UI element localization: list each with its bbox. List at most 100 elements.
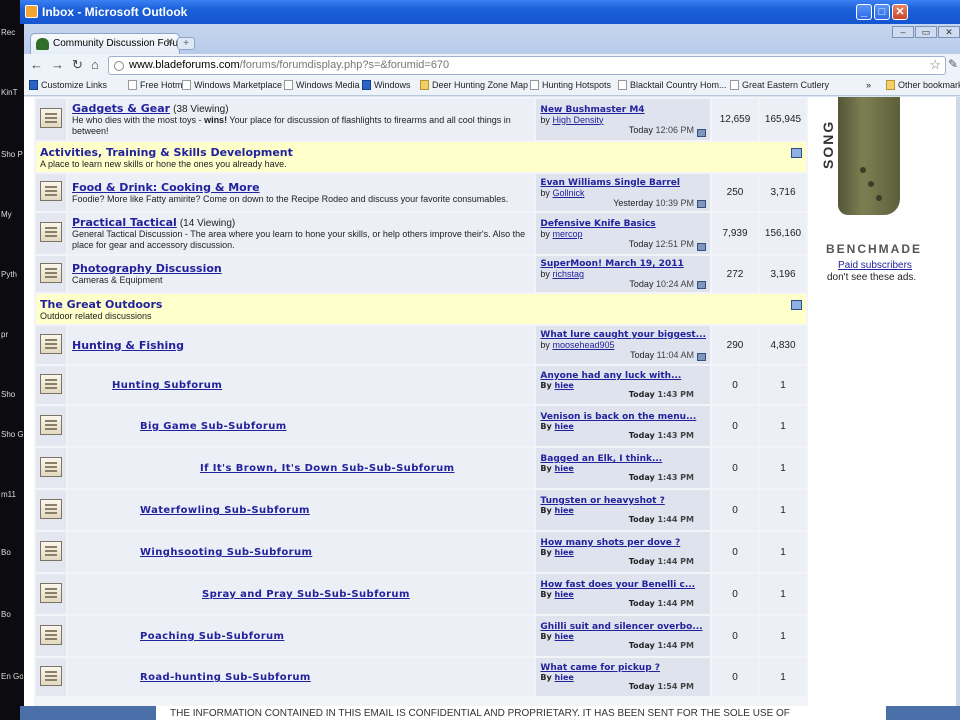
last-post-title[interactable]: What came for pickup ? bbox=[540, 663, 706, 673]
go-to-last-post-icon[interactable] bbox=[697, 353, 706, 361]
bookmark-item[interactable]: Customize Links bbox=[29, 80, 107, 90]
maximize-button[interactable]: □ bbox=[874, 4, 890, 20]
new-tab-button[interactable]: + bbox=[177, 37, 195, 50]
address-bar[interactable]: www.bladeforums.com/forums/forumdisplay.… bbox=[108, 56, 946, 75]
last-post-title[interactable]: SuperMoon! March 19, 2011 bbox=[540, 259, 706, 269]
last-post-user[interactable]: hiee bbox=[555, 673, 574, 682]
forum-link[interactable]: Photography Discussion bbox=[72, 262, 222, 275]
collapse-icon[interactable] bbox=[791, 299, 802, 310]
browser-tab[interactable]: Community Discussion Foru... ✕ bbox=[30, 33, 180, 54]
last-post-user[interactable]: hiee bbox=[555, 506, 574, 515]
minimize-button[interactable]: _ bbox=[856, 4, 872, 20]
last-post-user[interactable]: richstag bbox=[552, 269, 584, 279]
forward-arrow-icon[interactable]: → bbox=[51, 57, 64, 72]
collapse-icon[interactable] bbox=[791, 147, 802, 158]
last-post-title[interactable]: Evan Williams Single Barrel bbox=[540, 178, 706, 188]
last-post-user[interactable]: hiee bbox=[555, 632, 574, 641]
desktop-shortcut-label[interactable]: Sho Pulse bbox=[1, 150, 23, 159]
last-post-title[interactable]: Bagged an Elk, I think... bbox=[540, 454, 706, 464]
ad-brand-logo[interactable]: BENCHMADE bbox=[826, 242, 922, 256]
bookmark-item[interactable]: Blacktail Country Hom... bbox=[618, 80, 727, 90]
last-post-user[interactable]: hiee bbox=[555, 590, 574, 599]
home-icon[interactable]: ⌂ bbox=[91, 57, 99, 72]
desktop-shortcut-label[interactable]: Sho GALA bbox=[1, 430, 23, 439]
forum-link[interactable]: Food & Drink: Cooking & More bbox=[72, 181, 260, 194]
subforum-link[interactable]: Hunting Subforum bbox=[112, 380, 222, 391]
subforum-link[interactable]: Poaching Sub-Subforum bbox=[140, 631, 284, 642]
desktop-shortcut-label[interactable]: Bo bbox=[1, 610, 23, 619]
bookmark-item[interactable]: Windows bbox=[362, 80, 411, 90]
desktop-shortcut-label[interactable]: Rec bbox=[1, 28, 23, 37]
category-title[interactable]: The Great Outdoors bbox=[40, 298, 802, 311]
desktop-shortcut-label[interactable]: pr bbox=[1, 330, 23, 339]
last-post-user[interactable]: moosehead905 bbox=[552, 340, 614, 350]
reload-icon[interactable]: ↻ bbox=[72, 57, 83, 73]
chrome-minimize-button[interactable]: – bbox=[892, 26, 914, 38]
desktop-shortcut-label[interactable]: Bo bbox=[1, 548, 23, 557]
desktop-shortcut-label[interactable]: Pyth bbox=[1, 270, 23, 279]
desktop-shortcut-label[interactable]: Sho bbox=[1, 390, 23, 399]
tab-close-icon[interactable]: ✕ bbox=[166, 37, 174, 48]
more-bookmarks-icon[interactable]: » bbox=[866, 80, 871, 90]
last-post-user[interactable]: hiee bbox=[555, 548, 574, 557]
forum-link[interactable]: Gadgets & Gear bbox=[72, 102, 170, 115]
bookmark-item[interactable]: Windows Marketplace bbox=[182, 80, 282, 90]
go-to-last-post-icon[interactable] bbox=[697, 281, 706, 289]
outlook-title: Inbox - Microsoft Outlook bbox=[42, 5, 188, 19]
subforum-link[interactable]: Big Game Sub-Subforum bbox=[140, 421, 287, 432]
last-post-user[interactable]: hiee bbox=[555, 422, 574, 431]
last-post-title[interactable]: Tungsten or heavyshot ? bbox=[540, 496, 706, 506]
last-post-title[interactable]: Venison is back on the menu... bbox=[540, 412, 706, 422]
bookmark-item[interactable]: Deer Hunting Zone Map bbox=[420, 80, 528, 90]
go-to-last-post-icon[interactable] bbox=[697, 200, 706, 208]
forum-status-icon bbox=[40, 540, 62, 561]
bookmark-star-icon[interactable]: ☆ bbox=[929, 57, 941, 73]
wrench-icon[interactable]: ✎ bbox=[948, 57, 958, 71]
forum-row: Hunting & Fishing What lure caught your … bbox=[36, 326, 806, 364]
go-to-last-post-icon[interactable] bbox=[697, 243, 706, 251]
last-post-user[interactable]: Gollnick bbox=[552, 188, 584, 198]
paid-subscribers-link[interactable]: Paid subscribers bbox=[838, 260, 912, 271]
subforum-link[interactable]: Spray and Pray Sub-Sub-Subforum bbox=[202, 589, 410, 600]
forum-link[interactable]: Hunting & Fishing bbox=[72, 339, 184, 352]
subforum-link[interactable]: Winghsooting Sub-Subforum bbox=[140, 547, 312, 558]
desktop-shortcut-label[interactable]: My bbox=[1, 210, 23, 219]
chrome-restore-button[interactable]: ▭ bbox=[915, 26, 937, 38]
subforum-link[interactable]: Waterfowling Sub-Subforum bbox=[140, 505, 310, 516]
forum-link[interactable]: Practical Tactical bbox=[72, 216, 177, 229]
last-post-title[interactable]: Anyone had any luck with... bbox=[540, 371, 706, 381]
vertical-scrollbar[interactable] bbox=[956, 97, 960, 706]
shield-icon bbox=[420, 80, 429, 90]
last-post-user[interactable]: mercop bbox=[552, 229, 582, 239]
last-post-user[interactable]: hiee bbox=[555, 464, 574, 473]
post-count: 1 bbox=[760, 616, 806, 656]
subforum-link[interactable]: Road-hunting Sub-Subforum bbox=[140, 672, 311, 683]
go-to-last-post-icon[interactable] bbox=[697, 129, 706, 137]
bookmark-item[interactable]: Hunting Hotspots bbox=[530, 80, 611, 90]
bookmark-item[interactable]: Great Eastern Cutlery bbox=[730, 80, 829, 90]
desktop-shortcut-label[interactable]: KinT bbox=[1, 88, 23, 97]
close-button[interactable]: ✕ bbox=[892, 4, 908, 20]
ad-side-text: SONG bbox=[820, 119, 836, 169]
category-title[interactable]: Activities, Training & Skills Developmen… bbox=[40, 146, 802, 159]
other-bookmarks[interactable]: Other bookmarks bbox=[886, 80, 960, 90]
last-post-title[interactable]: Ghilli suit and silencer overbo... bbox=[540, 622, 706, 632]
last-post-title[interactable]: New Bushmaster M4 bbox=[540, 105, 706, 115]
desktop-shortcut-label[interactable]: m11 bbox=[1, 490, 23, 499]
antler-icon bbox=[618, 80, 627, 90]
page-icon bbox=[284, 80, 293, 90]
last-post-title[interactable]: What lure caught your biggest... bbox=[540, 330, 706, 340]
bookmark-item[interactable]: Windows Media bbox=[284, 80, 360, 90]
knife-image[interactable] bbox=[838, 97, 900, 215]
last-post-title[interactable]: How fast does your Benelli c... bbox=[540, 580, 706, 590]
last-post-title[interactable]: Defensive Knife Basics bbox=[540, 219, 706, 229]
last-post-title[interactable]: How many shots per dove ? bbox=[540, 538, 706, 548]
last-post-user[interactable]: hiee bbox=[555, 381, 574, 390]
outlook-icon bbox=[25, 5, 38, 18]
desktop-shortcut-label[interactable]: En Goo bbox=[1, 672, 23, 681]
last-post-user[interactable]: High Density bbox=[552, 115, 603, 125]
subforum-link[interactable]: If It's Brown, It's Down Sub-Sub-Subforu… bbox=[200, 463, 454, 474]
thread-count: 12,659 bbox=[712, 99, 758, 140]
back-arrow-icon[interactable]: ← bbox=[30, 57, 43, 72]
chrome-close-button[interactable]: ✕ bbox=[938, 26, 960, 38]
